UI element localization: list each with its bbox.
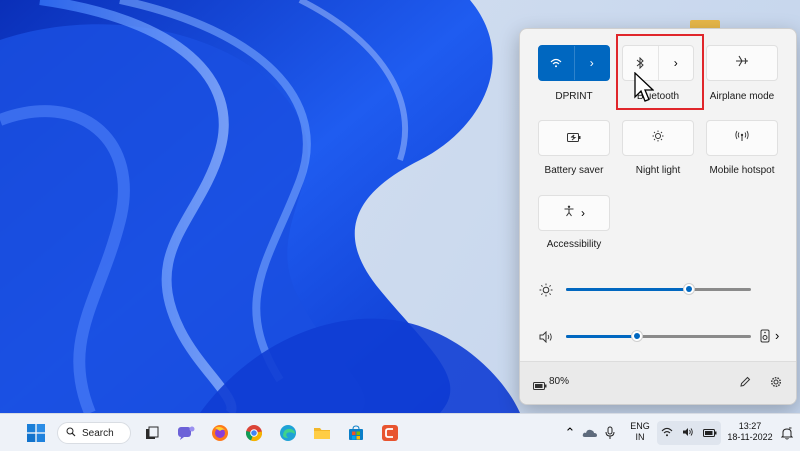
airplane-mode-tile[interactable] (706, 45, 778, 81)
notification-bell-icon[interactable] (778, 423, 796, 443)
accessibility-tile-label: Accessibility (546, 239, 602, 250)
battery-percentage: 80% (549, 376, 570, 387)
audio-output-chevron-right-icon[interactable]: › (775, 328, 779, 343)
task-view-icon[interactable] (140, 421, 164, 445)
search-icon (66, 427, 76, 440)
firefox-icon[interactable] (208, 421, 232, 445)
wifi-tray-icon (661, 424, 673, 442)
airplane-icon (735, 54, 749, 72)
windows-logo-icon (27, 424, 45, 442)
battery-saver-tile[interactable] (538, 120, 610, 156)
region-code: IN (635, 432, 645, 442)
volume-slider-thumb[interactable] (631, 330, 643, 342)
taskbar-search-box[interactable]: Search (57, 422, 131, 444)
night-light-tile[interactable] (622, 120, 694, 156)
battery-icon[interactable] (533, 377, 547, 395)
taskbar: Search ⌃ ENG IN 13:27 18-11-2022 (0, 413, 800, 451)
volume-slider-fill (566, 335, 636, 338)
teams-chat-icon[interactable] (174, 421, 198, 445)
brightness-slider-fill (566, 288, 688, 291)
clock[interactable]: 13:27 18-11-2022 (722, 421, 778, 443)
network-volume-battery-group[interactable] (657, 421, 721, 445)
chrome-icon[interactable] (242, 421, 266, 445)
pinned-app-icon[interactable] (378, 421, 402, 445)
mobile-hotspot-tile[interactable] (706, 120, 778, 156)
mouse-cursor-icon (634, 72, 654, 102)
wifi-icon[interactable] (539, 46, 574, 80)
battery-saver-icon (567, 129, 581, 147)
edge-icon[interactable] (276, 421, 300, 445)
file-explorer-icon[interactable] (310, 421, 334, 445)
volume-tray-icon (682, 424, 694, 442)
volume-icon[interactable] (539, 330, 553, 348)
battery-tray-icon (702, 424, 717, 442)
wifi-chevron-right-icon[interactable]: › (573, 46, 610, 80)
clock-date: 18-11-2022 (727, 432, 773, 442)
microphone-icon[interactable] (600, 423, 620, 443)
brightness-icon (539, 283, 553, 302)
clock-time: 13:27 (738, 421, 762, 431)
quick-settings-footer: 80% (520, 361, 796, 404)
audio-output-device-icon[interactable] (760, 329, 770, 348)
search-label: Search (82, 427, 114, 439)
language-code: ENG (630, 421, 650, 431)
wifi-tile[interactable]: › (538, 45, 610, 81)
onedrive-cloud-icon[interactable] (580, 423, 600, 443)
highlight-box (616, 34, 704, 110)
start-button[interactable] (24, 421, 48, 445)
airplane-mode-tile-label: Airplane mode (709, 91, 775, 102)
volume-slider[interactable] (566, 330, 751, 342)
accessibility-tile[interactable]: › (538, 195, 610, 231)
battery-saver-tile-label: Battery saver (544, 165, 604, 176)
brightness-slider[interactable] (566, 283, 751, 295)
mobile-hotspot-tile-label: Mobile hotspot (709, 165, 775, 176)
settings-gear-icon[interactable] (770, 375, 782, 393)
accessibility-chevron-right-icon[interactable]: › (581, 206, 585, 220)
language-indicator[interactable]: ENG IN (626, 421, 654, 443)
wifi-tile-label: DPRINT (555, 91, 593, 102)
chevron-up-icon[interactable]: ⌃ (560, 423, 580, 443)
brightness-slider-thumb[interactable] (683, 283, 695, 295)
night-light-icon (652, 129, 664, 147)
night-light-tile-label: Night light (635, 165, 681, 176)
microsoft-store-icon[interactable] (344, 421, 368, 445)
mobile-hotspot-icon (735, 129, 749, 147)
accessibility-icon (563, 204, 575, 222)
edit-pencil-icon[interactable] (739, 375, 751, 393)
